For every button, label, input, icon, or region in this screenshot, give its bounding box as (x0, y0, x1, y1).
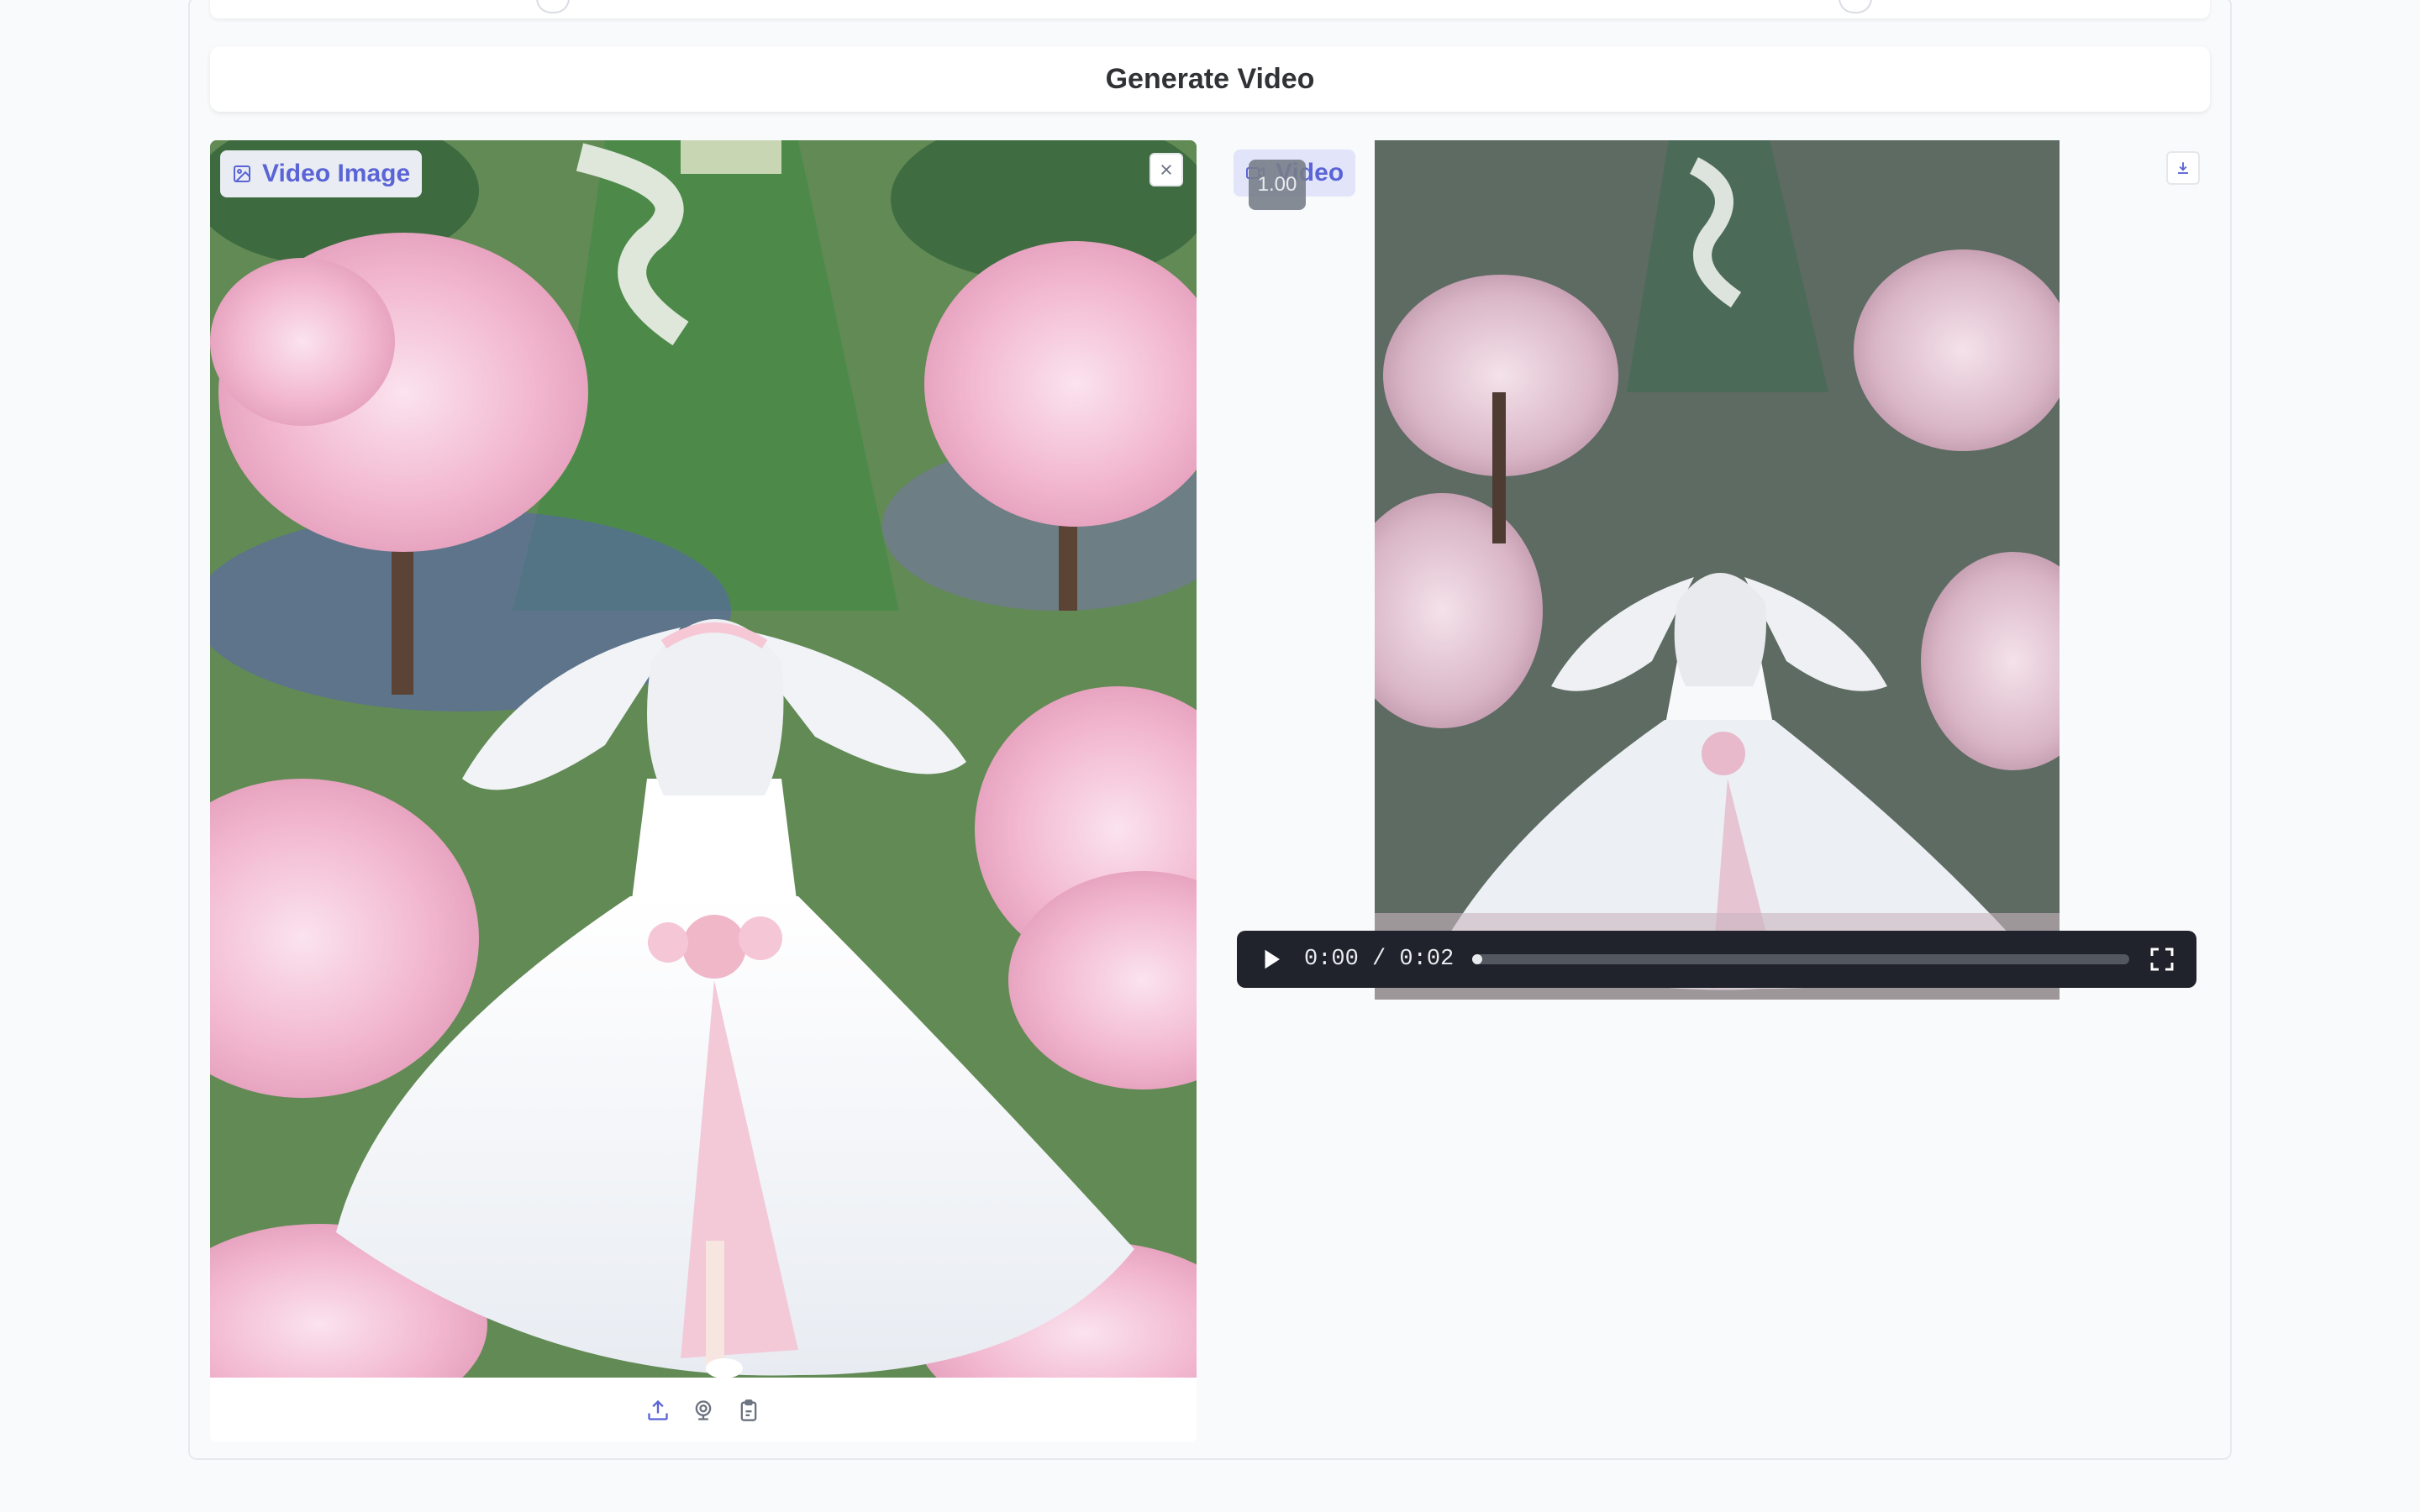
play-icon (1265, 949, 1280, 969)
slider-handle-left[interactable] (536, 0, 570, 13)
close-icon (1159, 162, 1174, 177)
upload-icon[interactable] (645, 1398, 671, 1423)
video-image-card: Video Image (210, 140, 1197, 1442)
video-image-preview[interactable]: Video Image (210, 140, 1197, 1378)
anime-garden-illustration (210, 140, 1197, 1378)
time-display: 0:00 / 0:02 (1304, 947, 1455, 972)
clipboard-icon[interactable] (736, 1398, 761, 1423)
image-icon (232, 164, 252, 184)
webcam-icon[interactable] (691, 1398, 716, 1423)
top-collapsed-section (210, 0, 2210, 18)
play-button[interactable] (1257, 945, 1286, 974)
seek-bar[interactable] (1472, 954, 2129, 964)
video-output-frame[interactable] (1375, 140, 2060, 1000)
video-image-label-text: Video Image (262, 160, 411, 187)
clear-image-button[interactable] (1150, 153, 1183, 186)
video-player-controls: 0:00 / 0:02 (1237, 931, 2196, 988)
generate-video-button[interactable]: Generate Video (210, 46, 2210, 112)
download-video-button[interactable] (2166, 151, 2200, 185)
video-image-label: Video Image (220, 150, 423, 197)
seek-progress (1472, 954, 1483, 964)
fullscreen-button[interactable] (2148, 945, 2176, 974)
slider-handle-right[interactable] (1839, 0, 1872, 13)
download-icon (2175, 160, 2191, 176)
generated-video-frame (1375, 140, 2060, 1000)
image-source-toolbar (210, 1378, 1197, 1442)
playback-speed-badge[interactable]: 1.00 (1249, 160, 1306, 210)
fullscreen-icon (2150, 948, 2174, 971)
